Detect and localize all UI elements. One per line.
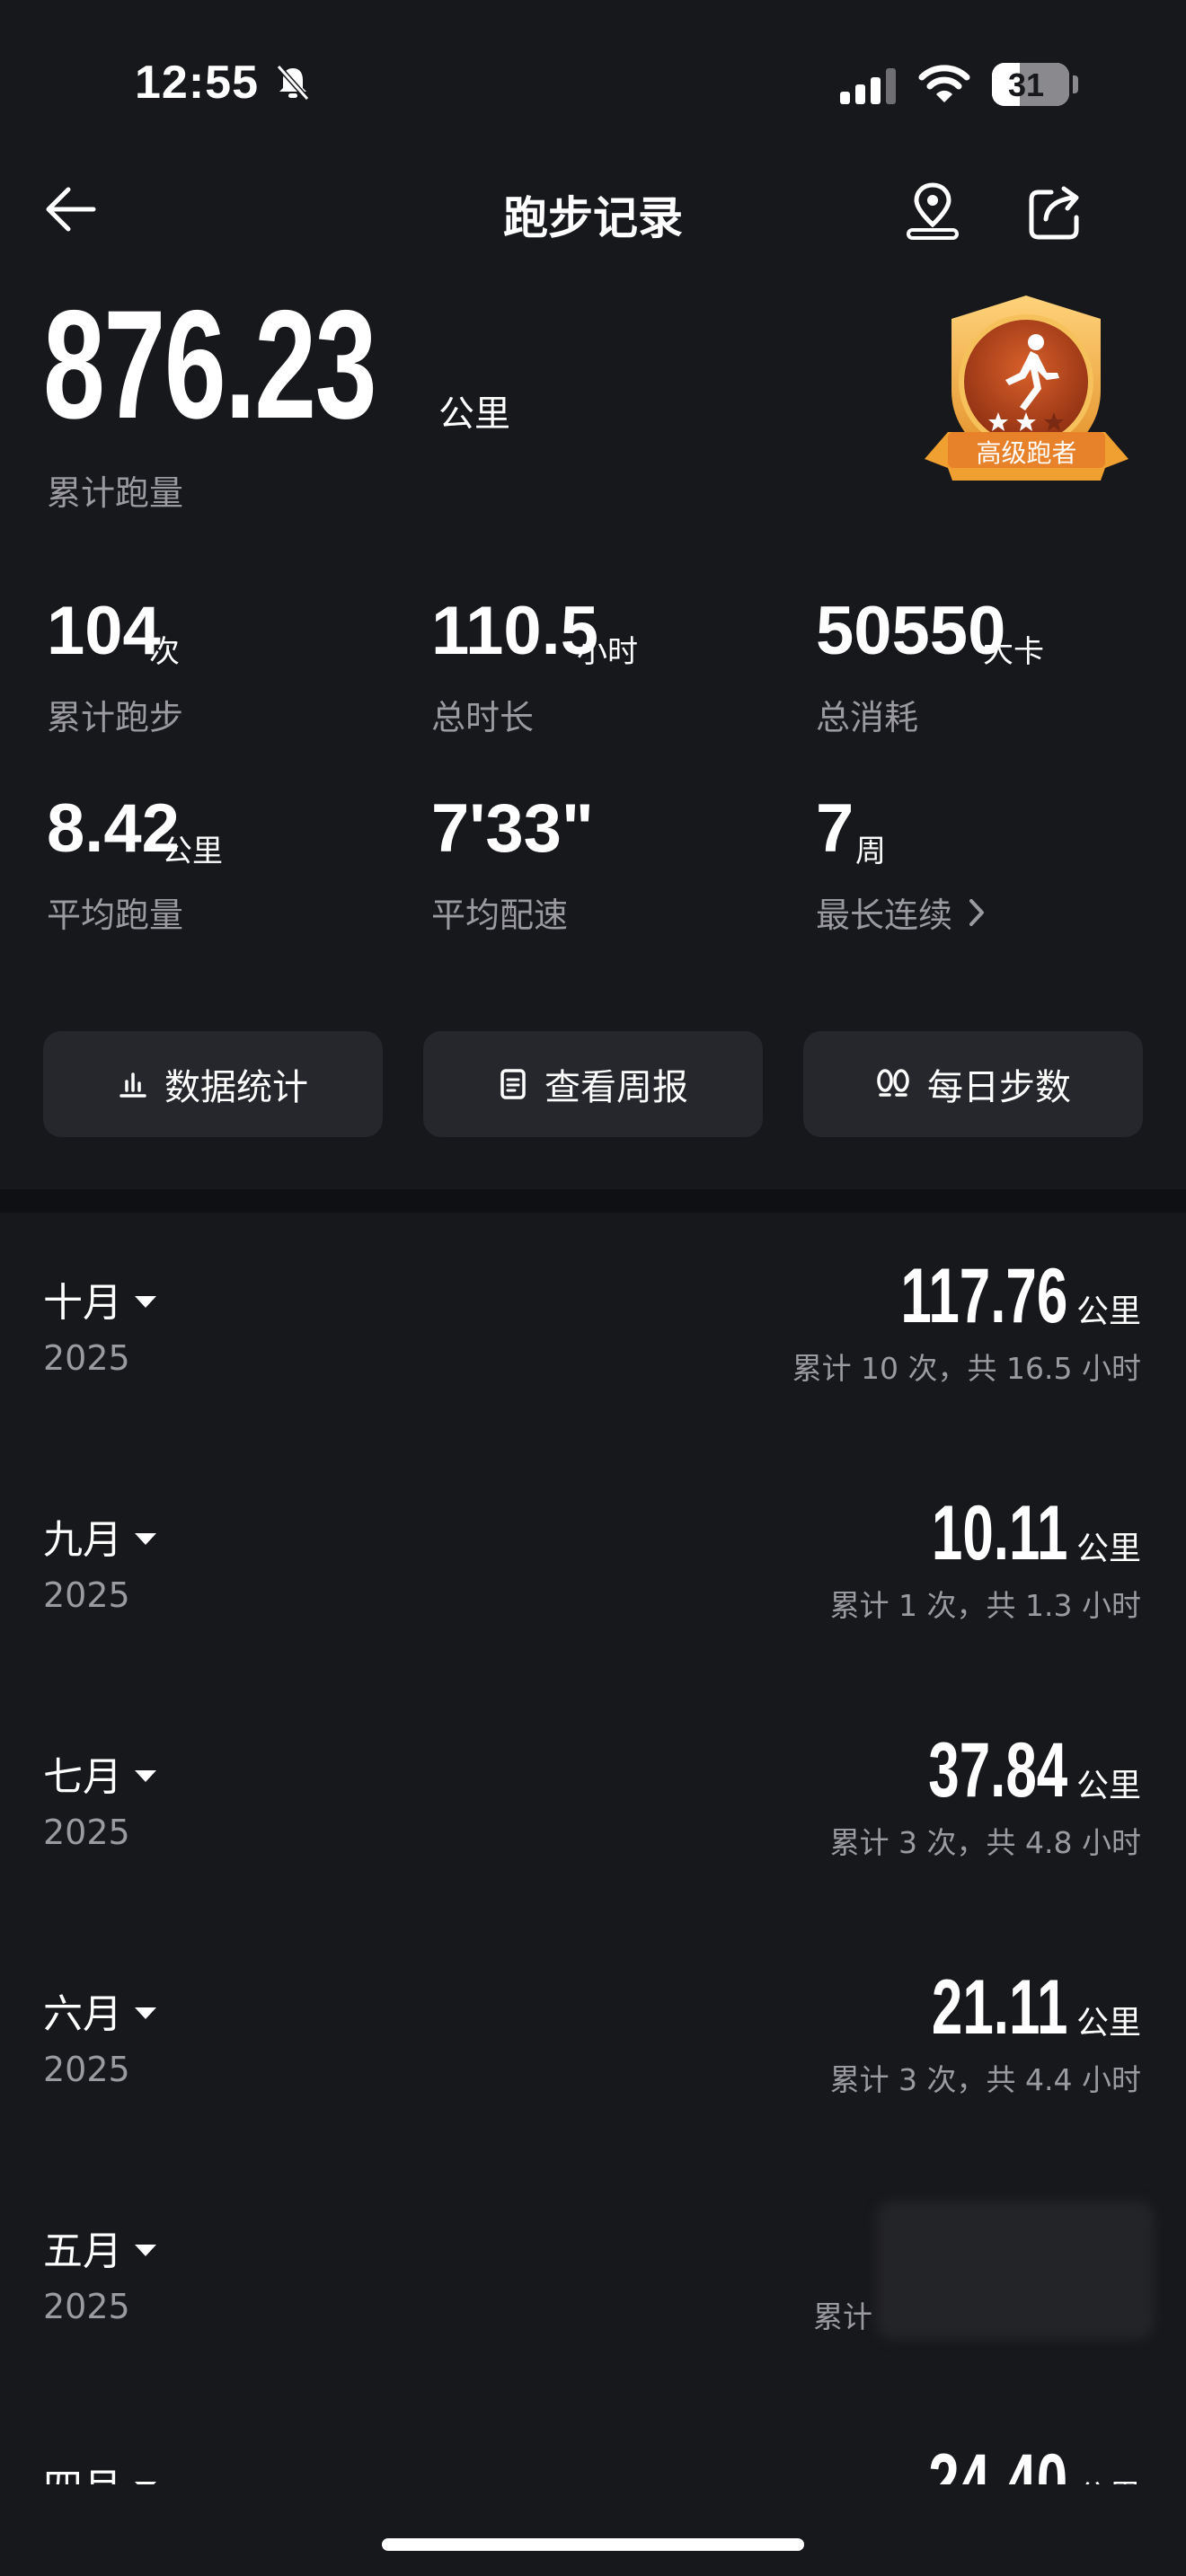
stat-calories-label: 总消耗 [816, 698, 919, 737]
stat-calories: 50550 [816, 597, 1005, 666]
month-year: 2025 [43, 1813, 130, 1852]
month-summary: 累计 3 次，共 4.4 小时 [829, 2062, 1141, 2097]
month-summary: 累计 10 次，共 16.5 小时 [792, 1351, 1141, 1386]
stat-duration: 110.5 [431, 597, 598, 666]
month-name: 六月 [43, 1991, 122, 2037]
stat-streak-value: 7 [816, 790, 854, 867]
month-summary: 累计 1 次，共 1.3 小时 [829, 1588, 1141, 1623]
battery-tip [1073, 75, 1078, 93]
runner-level-badge[interactable]: 高级跑者 [921, 292, 1132, 493]
stat-avg-distance-value: 8.42 [47, 790, 180, 867]
month-name: 十月 [43, 1280, 122, 1326]
month-distance-unit: 公里 [1075, 2005, 1141, 2042]
section-divider [0, 1189, 1186, 1213]
month-year: 2025 [43, 2050, 130, 2089]
month-year: 2025 [43, 1575, 130, 1615]
caret-down-icon [135, 1769, 156, 1782]
badge-text: 高级跑者 [976, 438, 1077, 468]
share-icon[interactable] [1026, 181, 1085, 244]
month-distance: 10.11 公里 [879, 1495, 1141, 1572]
month-row-oct-toggle[interactable]: 十月 [43, 1270, 156, 1328]
stat-streak: 7 [816, 795, 854, 863]
redacted-area [876, 2201, 1155, 2340]
stat-calories-value: 50550 [816, 593, 1006, 669]
weekly-report-button[interactable]: 查看周报 [423, 1031, 763, 1137]
stat-streak-unit: 周 [855, 834, 886, 869]
wifi-icon [918, 63, 970, 108]
caret-down-icon [135, 2007, 156, 2019]
stat-duration-unit: 小时 [577, 634, 638, 670]
month-summary: 累计 3 次，共 4.8 小时 [829, 1825, 1141, 1860]
month-distance: 21.11 公里 [879, 1969, 1141, 2046]
month-name: 九月 [43, 1517, 122, 1563]
cellular-signal-icon [840, 65, 896, 104]
month-year: 2025 [43, 1338, 130, 1378]
month-name: 七月 [43, 1754, 122, 1800]
weekly-report-label: 查看周报 [544, 1067, 688, 1108]
month-distance-value: 37.84 [928, 1727, 1067, 1813]
month-distance-unit: 公里 [1075, 1768, 1141, 1804]
data-statistics-label: 数据统计 [164, 1067, 308, 1108]
month-name: 五月 [43, 2228, 122, 2274]
total-distance-unit: 公里 [438, 393, 510, 435]
bottom-safe-area [0, 2484, 1186, 2576]
page-title: 跑步记录 [503, 192, 683, 244]
battery-level: 31 [1007, 66, 1045, 103]
month-row-sep-toggle[interactable]: 九月 [43, 1507, 156, 1565]
report-doc-icon [500, 1069, 526, 1099]
month-distance-value: 21.11 [931, 1964, 1067, 2051]
stat-avg-distance-unit: 公里 [162, 834, 223, 869]
caret-down-icon [135, 1532, 156, 1545]
stat-avg-pace-value: 7'33" [431, 790, 594, 867]
stat-calories-unit: 大卡 [983, 634, 1044, 670]
home-indicator[interactable] [382, 2538, 804, 2551]
chevron-right-icon [969, 898, 985, 926]
month-distance-value: 10.11 [931, 1490, 1067, 1576]
caret-down-icon [135, 1295, 156, 1308]
month-row-jul-toggle[interactable]: 七月 [43, 1744, 156, 1802]
month-distance: 117.76 公里 [836, 1257, 1141, 1335]
total-distance-label: 累计跑量 [47, 473, 184, 513]
stat-runs-value: 104 [47, 593, 161, 669]
month-distance-unit: 公里 [1075, 1531, 1141, 1567]
status-time: 12:55 [135, 57, 259, 109]
month-distance: 37.84 公里 [874, 1732, 1141, 1809]
footprints-icon [877, 1069, 909, 1097]
month-summary: 累计 [813, 2299, 872, 2334]
stat-duration-value: 110.5 [431, 593, 598, 669]
caret-down-icon [135, 2244, 156, 2256]
location-pin-icon[interactable] [903, 180, 962, 246]
total-distance-value: 876.23 [43, 278, 377, 451]
daily-steps-label: 每日步数 [927, 1067, 1071, 1108]
stat-streak-link[interactable]: 最长连续 [816, 887, 987, 937]
stat-duration-label: 总时长 [431, 698, 535, 737]
stat-avg-pace: 7'33" [431, 795, 594, 863]
stat-avg-pace-label: 平均配速 [431, 895, 569, 935]
stat-runs-label: 累计跑步 [47, 698, 184, 737]
month-row-jun-toggle[interactable]: 六月 [43, 1981, 156, 2039]
month-distance-value: 117.76 [900, 1253, 1067, 1339]
month-row-may-toggle[interactable]: 五月 [43, 2219, 156, 2276]
stat-runs: 104 [47, 597, 161, 666]
bar-chart-icon [119, 1072, 146, 1098]
battery-icon: 31 [992, 63, 1069, 106]
data-statistics-button[interactable]: 数据统计 [43, 1031, 383, 1137]
stat-avg-distance: 8.42 [47, 795, 180, 863]
stat-runs-unit: 次 [149, 634, 180, 670]
daily-steps-button[interactable]: 每日步数 [803, 1031, 1143, 1137]
month-distance-unit: 公里 [1075, 1293, 1141, 1330]
silent-bell-icon [273, 63, 313, 106]
stat-avg-distance-label: 平均跑量 [47, 895, 184, 935]
stat-streak-label: 最长连续 [816, 895, 953, 935]
month-year: 2025 [43, 2287, 130, 2326]
